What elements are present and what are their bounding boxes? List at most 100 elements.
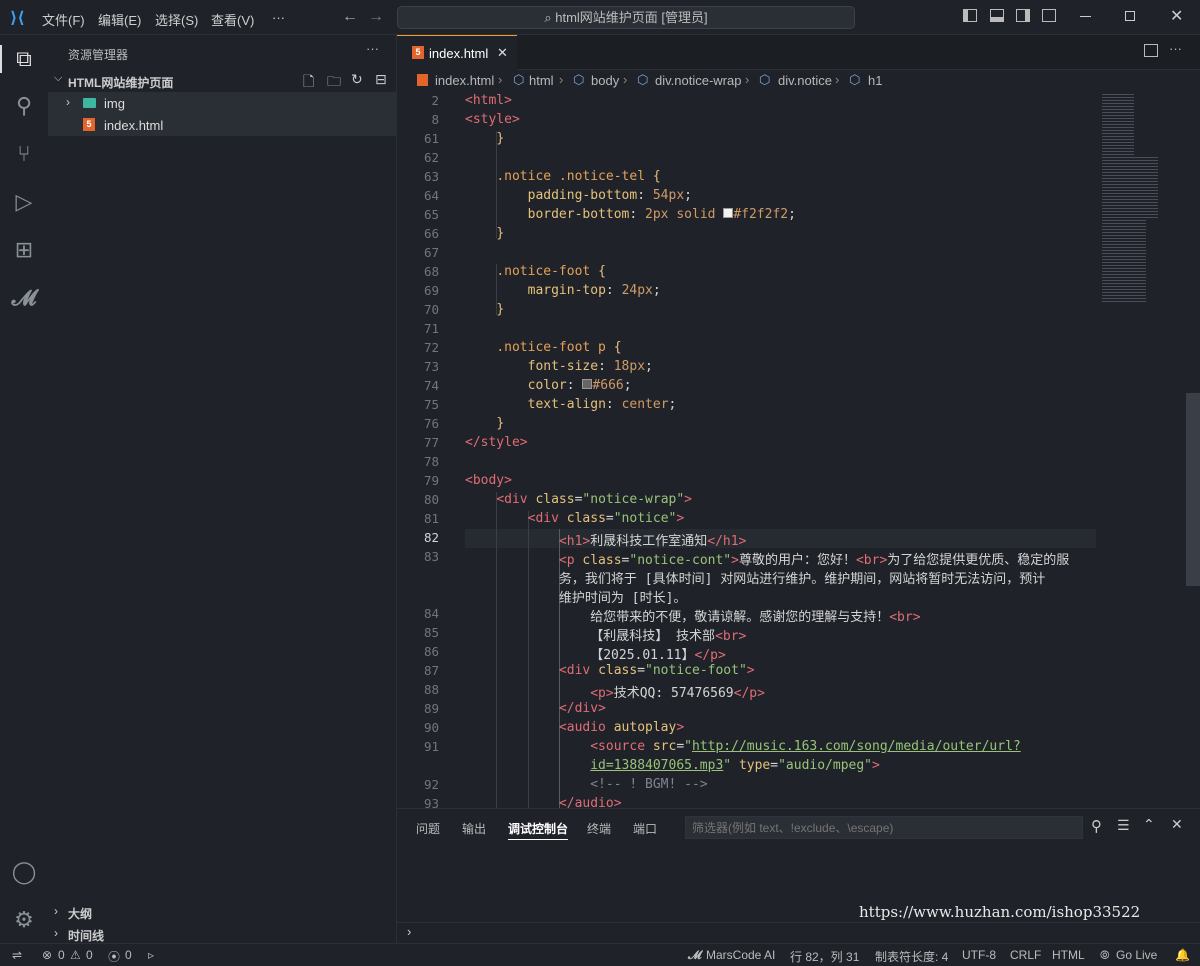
line-number: 83 xyxy=(423,549,439,564)
debug-icon[interactable]: ▹ xyxy=(148,948,154,962)
cursor-position[interactable]: 行 82，列 31 xyxy=(790,948,859,965)
menu-edit[interactable]: 编辑(E) xyxy=(98,10,141,29)
tab-ports[interactable]: 端口 xyxy=(633,820,657,837)
error-icon[interactable]: ⊗ xyxy=(42,948,52,962)
tab-problems[interactable]: 问题 xyxy=(416,820,440,837)
outline-section[interactable]: › 大纲 xyxy=(48,901,396,923)
marscode-status[interactable]: MarsCode AI xyxy=(706,948,775,962)
explorer-sidebar: 资源管理器 ··· ⌵ HTML网站维护页面 🗋 🗀 ↻ ⊟ › img 5 i… xyxy=(48,35,397,943)
tab-output[interactable]: 输出 xyxy=(462,820,486,837)
collapse-all-icon[interactable]: ⊟ xyxy=(375,71,387,88)
breadcrumb-item[interactable]: h1 xyxy=(868,73,882,88)
vscode-logo-icon: ⟩⟨ xyxy=(10,10,25,27)
editor-scrollbar[interactable] xyxy=(1186,393,1200,586)
ports-count[interactable]: 0 xyxy=(125,948,132,962)
html5-icon: 5 xyxy=(412,46,424,59)
toggle-sidebar-icon[interactable] xyxy=(963,9,977,22)
line-number: 72 xyxy=(423,340,439,355)
forward-arrow-icon[interactable]: → xyxy=(368,8,384,26)
line-number: 74 xyxy=(423,378,439,393)
menu-selection[interactable]: 选择(S) xyxy=(155,10,198,29)
line-number: 90 xyxy=(423,720,439,735)
tab-terminal[interactable]: 终端 xyxy=(587,820,611,837)
go-live-button[interactable]: Go Live xyxy=(1116,948,1157,962)
breadcrumb-item[interactable]: html xyxy=(529,73,554,88)
explorer-icon[interactable]: ⧉ xyxy=(10,45,38,73)
refresh-icon[interactable]: ↻ xyxy=(351,71,363,88)
code-line: <html> xyxy=(465,93,512,108)
toggle-secondary-sidebar-icon[interactable] xyxy=(1016,9,1030,22)
back-arrow-icon[interactable]: ← xyxy=(342,8,358,26)
breadcrumb-item[interactable]: div.notice-wrap xyxy=(655,73,741,88)
filter-input[interactable] xyxy=(685,816,1083,839)
outline-label: 大纲 xyxy=(68,907,93,921)
minimize-icon[interactable] xyxy=(1080,16,1091,17)
tab-index-html[interactable]: 5 index.html ✕ xyxy=(397,35,517,70)
ports-icon[interactable]: ⦿ xyxy=(108,948,120,965)
editor-more-button[interactable]: ··· xyxy=(1169,41,1182,56)
extensions-icon[interactable]: ⊞ xyxy=(10,236,38,264)
warning-icon[interactable]: ⚠ xyxy=(70,948,81,962)
error-count[interactable]: 0 xyxy=(58,948,65,962)
close-tab-icon[interactable]: ✕ xyxy=(497,45,508,61)
code-editor[interactable]: 2 <html> 8 <style> 61 } 62 63 .notice .notice-… xyxy=(397,92,1200,808)
line-number: 92 xyxy=(423,777,439,792)
line-number: 81 xyxy=(423,511,439,526)
folder-header[interactable]: ⌵ HTML网站维护页面 🗋 🗀 ↻ ⊟ xyxy=(48,70,396,92)
tab-label: index.html xyxy=(429,46,489,61)
close-panel-icon[interactable]: ✕ xyxy=(1171,816,1183,833)
line-number: 79 xyxy=(423,473,439,488)
line-number: 68 xyxy=(423,264,439,279)
code-line: .notice .notice-tel { xyxy=(496,169,661,184)
code-line: } xyxy=(496,131,505,146)
line-number: 77 xyxy=(423,435,439,450)
code-line: <!-- ! BGM! --> xyxy=(590,777,708,792)
toggle-panel-icon[interactable] xyxy=(990,9,1004,22)
marscode-icon: 𝓜 xyxy=(688,948,702,962)
notifications-bell-icon[interactable]: 🔔 xyxy=(1175,948,1190,962)
chevron-right-icon: › xyxy=(54,926,58,940)
maximize-icon[interactable] xyxy=(1125,11,1135,21)
tree-item-img[interactable]: › img xyxy=(48,92,396,114)
code-line: color: #666; xyxy=(527,378,632,393)
tree-item-index-html[interactable]: 5 index.html xyxy=(48,114,396,136)
search-icon[interactable]: ⚲ xyxy=(10,92,38,120)
tab-debug-console[interactable]: 调试控制台 xyxy=(508,820,569,840)
menu-more[interactable]: ··· xyxy=(272,10,285,25)
language-mode[interactable]: HTML xyxy=(1052,948,1085,962)
code-line: <style> xyxy=(465,112,520,127)
clear-console-icon[interactable]: ☰ xyxy=(1117,817,1130,834)
search-icon: ⌕ xyxy=(544,10,556,25)
run-debug-icon[interactable]: ▷ xyxy=(10,188,38,216)
breadcrumb-item[interactable]: div.notice xyxy=(778,73,832,88)
search-icon[interactable]: ⚲ xyxy=(1091,817,1102,835)
chevron-up-icon[interactable]: ⌃ xyxy=(1143,816,1155,833)
account-icon[interactable]: ◯ xyxy=(10,858,38,886)
split-editor-icon[interactable] xyxy=(1144,44,1158,57)
line-number: 91 xyxy=(423,739,439,754)
marscode-icon[interactable]: 𝓜 xyxy=(10,284,38,312)
settings-gear-icon[interactable]: ⚙ xyxy=(10,906,38,934)
code-line: margin-top: 24px; xyxy=(527,283,661,298)
indentation[interactable]: 制表符长度: 4 xyxy=(875,948,948,965)
image-folder-icon xyxy=(83,98,96,108)
breadcrumb-item[interactable]: index.html xyxy=(435,73,494,88)
close-window-icon[interactable]: ✕ xyxy=(1170,6,1183,26)
warning-count[interactable]: 0 xyxy=(86,948,93,962)
console-prompt-icon[interactable]: › xyxy=(407,924,411,939)
timeline-section[interactable]: › 时间线 xyxy=(48,923,396,945)
source-control-icon[interactable]: ⑂ xyxy=(10,140,38,168)
encoding[interactable]: UTF-8 xyxy=(962,948,996,962)
remote-icon[interactable]: ⇌ xyxy=(12,948,22,962)
menu-view[interactable]: 查看(V) xyxy=(211,10,254,29)
command-center-search[interactable]: ⌕ html网站维护页面 [管理员] xyxy=(397,6,855,29)
line-number: 70 xyxy=(423,302,439,317)
minimap[interactable] xyxy=(1102,92,1158,302)
line-ending[interactable]: CRLF xyxy=(1010,948,1041,962)
breadcrumb-item[interactable]: body xyxy=(591,73,619,88)
customize-layout-icon[interactable] xyxy=(1042,9,1056,22)
line-number: 88 xyxy=(423,682,439,697)
sidebar-more-button[interactable]: ··· xyxy=(366,41,379,56)
menu-file[interactable]: 文件(F) xyxy=(42,10,85,29)
line-number: 67 xyxy=(423,245,439,260)
